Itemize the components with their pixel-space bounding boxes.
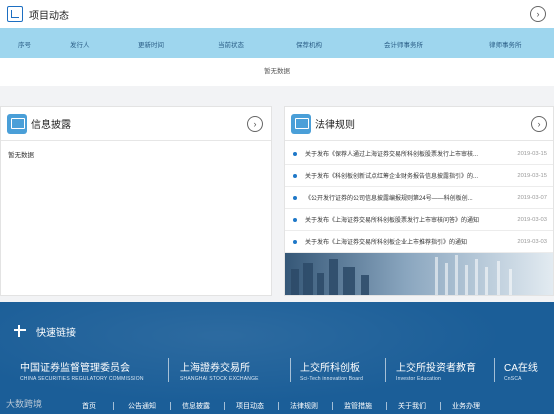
news-title[interactable]: 关于发布《保荐人通过上海证券交易所科创板股票发行上市审核... — [305, 149, 501, 158]
divider — [170, 402, 171, 410]
law-rules-card: 法律规则 › 关于发布《保荐人通过上海证券交易所科创板股票发行上市审核... 2… — [284, 106, 554, 296]
project-table-header: 序号 发行人 更新时间 当前状态 保荐机构 会计师事务所 律师事务所 — [0, 28, 554, 58]
quick-links-title: 快速链接 — [36, 328, 76, 339]
news-date: 2019-03-03 — [517, 238, 547, 245]
column-header: 发行人 — [70, 42, 90, 49]
project-section: 项目动态 › 序号 发行人 更新时间 当前状态 保荐机构 会计师事务所 律师事务… — [0, 0, 554, 86]
divider — [494, 358, 495, 382]
news-date: 2019-03-07 — [517, 194, 547, 201]
list-item[interactable]: 《公开发行证券的公司信息披露编报规则第24号——科创板创... 2019-03-… — [285, 187, 553, 209]
logo-main-text: 中国证券监督管理委员会 — [20, 362, 130, 374]
bullet-icon — [293, 218, 297, 222]
law-rules-list: 关于发布《保荐人通过上海证券交易所科创板股票发行上市审核... 2019-03-… — [285, 143, 553, 253]
column-header: 律师事务所 — [489, 42, 522, 49]
news-date: 2019-03-03 — [517, 216, 547, 223]
divider — [290, 358, 291, 382]
news-title[interactable]: 关于发布《科创板创新试点红筹企业财务报告信息披露指引》的... — [305, 171, 501, 180]
logo-sub-text: CHINA SECURITIES REGULATORY COMMISSION — [20, 375, 144, 382]
partner-logos: 中国证券监督管理委员会 CHINA SECURITIES REGULATORY … — [0, 352, 554, 388]
investor-education-logo-link[interactable]: 上交所投资者教育 Investor Education — [396, 352, 476, 388]
quick-links-icon — [14, 325, 28, 337]
divider — [113, 402, 114, 410]
footer-nav: 首页 公告通知 信息披露 项目动态 法律规则 监管措施 关于我们 业务办理 — [0, 398, 554, 414]
divider — [332, 402, 333, 410]
law-rules-header: 法律规则 — [285, 107, 553, 141]
column-header: 更新时间 — [138, 42, 164, 49]
nav-link-announcements[interactable]: 公告通知 — [128, 401, 156, 411]
nav-link-rules[interactable]: 法律规则 — [290, 401, 318, 411]
sse-logo-link[interactable]: 上海證券交易所 SHANGHAI STOCK EXCHANGE — [180, 352, 259, 388]
city-skyline-illustration — [285, 253, 553, 295]
nav-link-about[interactable]: 关于我们 — [398, 401, 426, 411]
info-disclosure-more-button[interactable]: › — [247, 116, 263, 132]
law-rules-title: 法律规则 — [315, 120, 355, 131]
info-disclosure-icon — [7, 113, 27, 134]
list-item[interactable]: 关于发布《科创板创新试点红筹企业财务报告信息披露指引》的... 2019-03-… — [285, 165, 553, 187]
page: 项目动态 › 序号 发行人 更新时间 当前状态 保荐机构 会计师事务所 律师事务… — [0, 0, 554, 414]
nav-link-disclosure[interactable]: 信息披露 — [182, 401, 210, 411]
news-title[interactable]: 关于发布《上海证券交易所科创板企业上市推荐指引》的通知 — [305, 237, 501, 246]
logo-sub-text: Sci-Tech innovation Board — [300, 375, 364, 382]
news-date: 2019-03-15 — [517, 150, 547, 157]
logo-main-text: 上交所投资者教育 — [396, 362, 476, 374]
star-market-logo-link[interactable]: 上交所科创板 Sci-Tech innovation Board — [300, 352, 363, 388]
law-rules-banner-image[interactable] — [285, 253, 553, 295]
info-disclosure-title: 信息披露 — [31, 120, 71, 131]
logo-main-text: CA在线 — [504, 362, 538, 374]
bullet-icon — [293, 174, 297, 178]
project-header: 项目动态 — [0, 0, 554, 28]
chevron-right-icon: › — [253, 119, 257, 129]
divider — [385, 358, 386, 382]
list-item[interactable]: 关于发布《上海证券交易所科创板股票发行上市审核问答》的通知 2019-03-03 — [285, 209, 553, 231]
nav-link-home[interactable]: 首页 — [82, 401, 96, 411]
news-title[interactable]: 关于发布《上海证券交易所科创板股票发行上市审核问答》的通知 — [305, 215, 501, 224]
info-disclosure-empty-text: 暂无数据 — [8, 152, 34, 159]
list-item[interactable]: 关于发布《上海证券交易所科创板企业上市推荐指引》的通知 2019-03-03 — [285, 231, 553, 253]
ca-online-logo-link[interactable]: CA在线 CnSCA — [504, 352, 538, 388]
logo-sub-text: SHANGHAI STOCK EXCHANGE — [180, 375, 259, 382]
divider — [278, 402, 279, 410]
csrc-logo-link[interactable]: 中国证券监督管理委员会 CHINA SECURITIES REGULATORY … — [20, 352, 144, 388]
chevron-right-icon: › — [536, 9, 540, 19]
project-more-button[interactable]: › — [530, 6, 546, 22]
project-empty-text: 暂无数据 — [264, 68, 290, 75]
logo-main-text: 上海證券交易所 — [180, 362, 250, 374]
info-disclosure-header: 信息披露 — [1, 107, 271, 141]
list-item[interactable]: 关于发布《保荐人通过上海证券交易所科创板股票发行上市审核... 2019-03-… — [285, 143, 553, 165]
logo-main-text: 上交所科创板 — [300, 362, 360, 374]
watermark-text: 大数跨境 — [6, 399, 43, 409]
info-disclosure-card: 信息披露 › 暂无数据 — [0, 106, 272, 296]
bullet-icon — [293, 152, 297, 156]
news-title[interactable]: 《公开发行证券的公司信息披露编报规则第24号——科创板创... — [305, 193, 501, 202]
footer: 快速链接 中国证券监督管理委员会 CHINA SECURITIES REGULA… — [0, 302, 554, 414]
project-icon — [7, 6, 23, 22]
column-header: 会计师事务所 — [384, 42, 423, 49]
column-header: 保荐机构 — [296, 42, 322, 49]
divider — [386, 402, 387, 410]
project-title: 项目动态 — [29, 10, 69, 22]
column-header: 当前状态 — [218, 42, 244, 49]
chevron-right-icon: › — [537, 119, 541, 129]
logo-sub-text: CnSCA — [504, 375, 522, 382]
divider — [224, 402, 225, 410]
law-rules-icon — [291, 113, 311, 134]
bullet-icon — [293, 196, 297, 200]
nav-link-regulatory[interactable]: 监管措施 — [344, 401, 372, 411]
law-rules-more-button[interactable]: › — [531, 116, 547, 132]
bullet-icon — [293, 240, 297, 244]
logo-sub-text: Investor Education — [396, 375, 442, 382]
divider — [440, 402, 441, 410]
divider — [168, 358, 169, 382]
column-header: 序号 — [18, 42, 31, 49]
news-date: 2019-03-15 — [517, 172, 547, 179]
nav-link-business[interactable]: 业务办理 — [452, 401, 480, 411]
nav-link-projects[interactable]: 项目动态 — [236, 401, 264, 411]
